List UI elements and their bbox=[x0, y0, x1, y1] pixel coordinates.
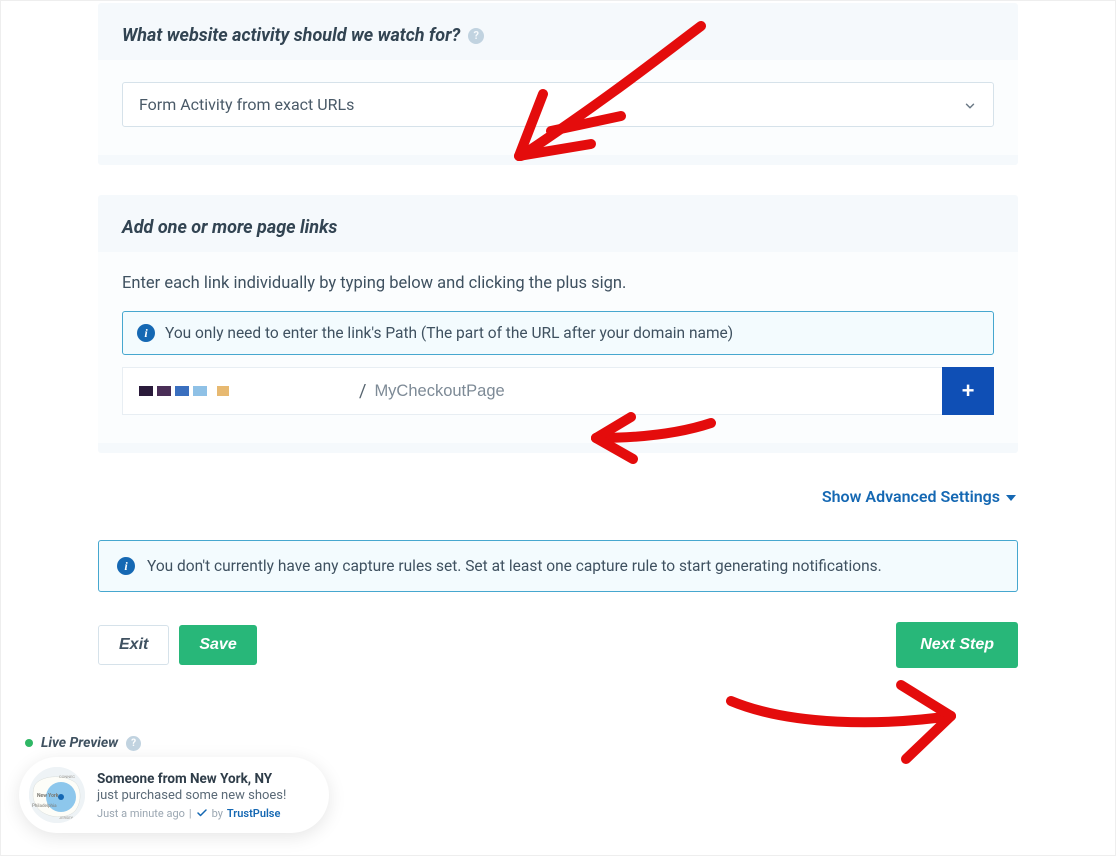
plus-icon: + bbox=[962, 378, 975, 404]
chevron-down-icon bbox=[963, 98, 977, 112]
next-step-button[interactable]: Next Step bbox=[896, 622, 1018, 668]
map-thumbnail-icon: New York Philadelphia CONNEC JERSEY bbox=[29, 767, 85, 823]
add-link-button[interactable]: + bbox=[942, 367, 994, 415]
svg-text:New York: New York bbox=[37, 793, 59, 799]
no-rules-warning: i You don't currently have any capture r… bbox=[98, 540, 1018, 592]
svg-text:JERSEY: JERSEY bbox=[59, 815, 74, 820]
path-slash: / bbox=[239, 381, 374, 402]
activity-select[interactable]: Form Activity from exact URLs bbox=[122, 82, 994, 127]
activity-select-value: Form Activity from exact URLs bbox=[139, 95, 354, 114]
links-hint: Enter each link individually by typing b… bbox=[122, 274, 994, 293]
site-chip bbox=[139, 386, 239, 396]
show-advanced-label: Show Advanced Settings bbox=[822, 487, 1000, 506]
preview-subtitle: just purchased some new shoes! bbox=[97, 788, 313, 803]
activity-panel: What website activity should we watch fo… bbox=[98, 3, 1018, 165]
preview-card[interactable]: New York Philadelphia CONNEC JERSEY Some… bbox=[19, 757, 329, 833]
action-bar: Exit Save Next Step bbox=[98, 622, 1018, 668]
annotation-arrow-3 bbox=[721, 671, 971, 795]
path-info-text: You only need to enter the link's Path (… bbox=[165, 324, 733, 342]
link-input-wrap: / bbox=[122, 367, 942, 415]
verified-check-icon bbox=[196, 807, 208, 819]
info-icon: i bbox=[117, 557, 135, 575]
live-preview-label: Live Preview bbox=[41, 735, 118, 751]
no-rules-warning-text: You don't currently have any capture rul… bbox=[147, 557, 882, 575]
svg-text:Philadelphia: Philadelphia bbox=[32, 803, 57, 809]
link-input-row: / + bbox=[122, 367, 994, 415]
activity-panel-title: What website activity should we watch fo… bbox=[122, 25, 460, 46]
links-panel: Add one or more page links Enter each li… bbox=[98, 195, 1018, 453]
preview-title: Someone from New York, NY bbox=[97, 771, 313, 787]
path-input[interactable] bbox=[374, 382, 926, 401]
show-advanced-link[interactable]: Show Advanced Settings bbox=[822, 487, 1016, 506]
links-panel-title: Add one or more page links bbox=[122, 217, 337, 238]
info-icon: i bbox=[137, 324, 155, 342]
preview-time: Just a minute ago bbox=[97, 807, 185, 820]
preview-brand: TrustPulse bbox=[227, 807, 280, 820]
path-info-box: i You only need to enter the link's Path… bbox=[122, 311, 994, 355]
help-icon[interactable]: ? bbox=[468, 28, 484, 44]
status-dot-icon bbox=[25, 739, 33, 747]
caret-down-icon bbox=[1006, 495, 1016, 501]
save-button[interactable]: Save bbox=[179, 625, 256, 665]
live-preview: Live Preview ? New York Philadelphia CON… bbox=[19, 735, 329, 833]
exit-button[interactable]: Exit bbox=[98, 625, 169, 665]
svg-text:CONNEC: CONNEC bbox=[59, 774, 75, 779]
preview-by: by bbox=[212, 807, 223, 820]
help-icon[interactable]: ? bbox=[126, 736, 141, 751]
preview-meta: Just a minute ago | by TrustPulse bbox=[97, 807, 313, 820]
